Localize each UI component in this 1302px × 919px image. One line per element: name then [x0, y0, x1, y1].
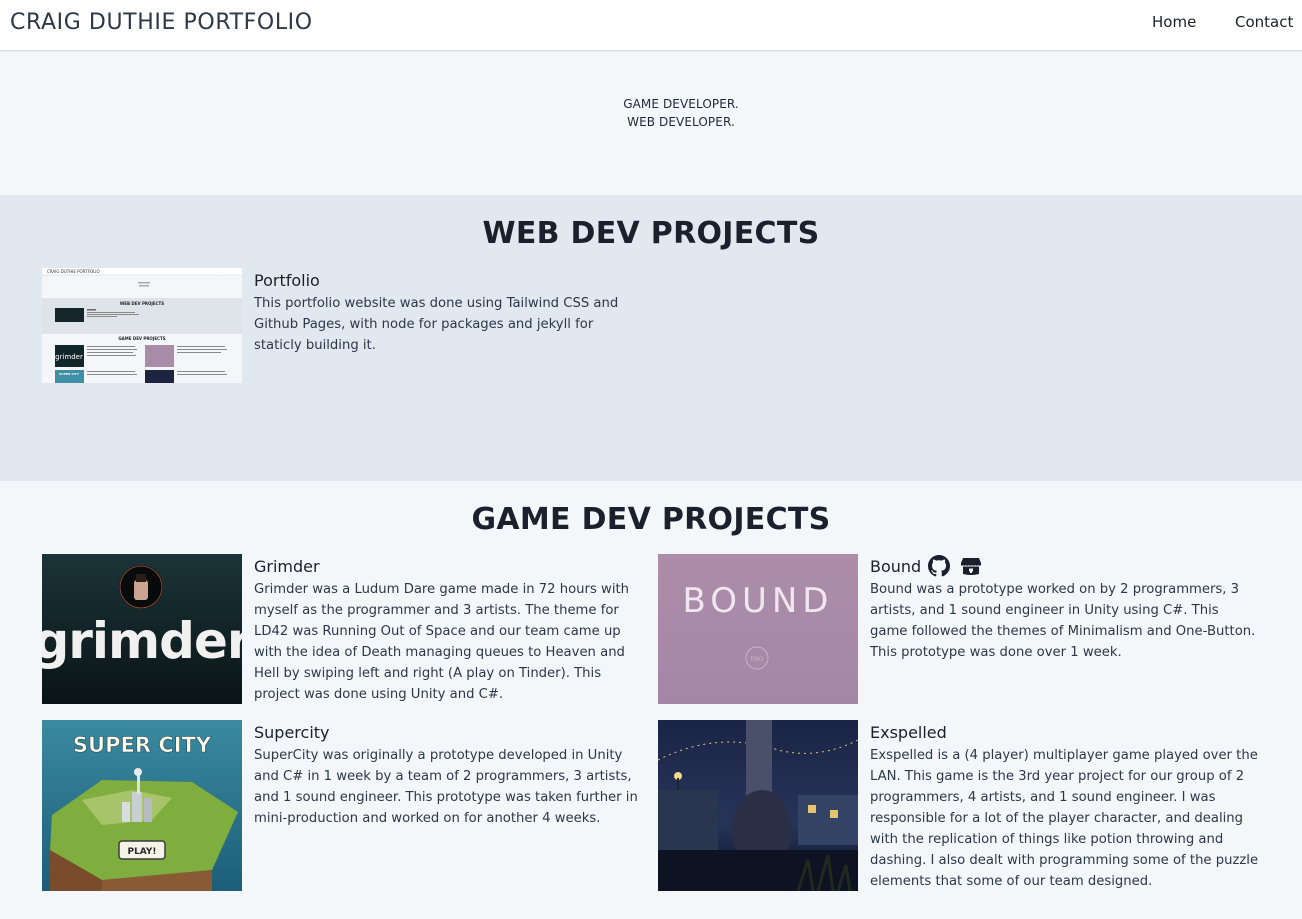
supercity-thumbnail[interactable]: SUPER CITY PLAY!: [42, 720, 242, 891]
bound-studio-logo: ENO: [750, 656, 763, 663]
grimder-thumbnail[interactable]: grimder: [42, 554, 242, 704]
game-projects-heading: GAME DEV PROJECTS: [471, 502, 831, 537]
supercity-description: SuperCity was originally a prototype dev…: [254, 748, 638, 826]
bound-description: Bound was a prototype worked on by 2 pro…: [870, 582, 1256, 660]
grimder-cover-image: grimder: [42, 554, 242, 704]
exspelled-title[interactable]: Exspelled: [870, 723, 947, 742]
thumb-mini-brand: CRAIG DUTHIE PORTFOLIO: [47, 269, 100, 274]
portfolio-thumbnail[interactable]: CRAIG DUTHIE PORTFOLIO · · WEB DEV PROJE…: [42, 268, 242, 383]
github-icon[interactable]: [928, 555, 950, 577]
exspelled-description: Exspelled is a (4 player) multiplayer ga…: [870, 748, 1259, 889]
itchio-icon[interactable]: [960, 555, 982, 577]
hero-tagline-2: WEB DEVELOPER.: [627, 115, 735, 129]
site-brand[interactable]: CRAIG DUTHIE PORTFOLIO: [10, 10, 313, 35]
navbar: CRAIG DUTHIE PORTFOLIO Home Contact: [0, 0, 1302, 51]
bound-title[interactable]: Bound: [870, 557, 921, 576]
thumb-mini-grimder: grimder: [55, 353, 83, 361]
thumb-mini-supercity: SUPER CITY: [59, 372, 80, 376]
portfolio-screenshot-image: CRAIG DUTHIE PORTFOLIO · · WEB DEV PROJE…: [42, 268, 242, 383]
grimder-logo-text: grimder: [42, 612, 242, 670]
supercity-title[interactable]: Supercity: [254, 723, 330, 742]
svg-text:· ·: · ·: [220, 270, 223, 274]
grimder-description: Grimder was a Ludum Dare game made in 72…: [254, 582, 630, 702]
bound-thumbnail[interactable]: BOUND ENO: [658, 554, 858, 704]
hero-tagline-1: GAME DEVELOPER.: [623, 97, 739, 111]
exspelled-thumbnail[interactable]: [658, 720, 858, 891]
portfolio-description: This portfolio website was done using Ta…: [254, 296, 619, 353]
bound-logo-text: BOUND: [683, 581, 834, 621]
nav-home-link[interactable]: Home: [1152, 13, 1196, 31]
supercity-play-button: PLAY!: [127, 847, 156, 857]
grimder-title[interactable]: Grimder: [254, 557, 320, 576]
supercity-logo-text: SUPER CITY: [73, 733, 212, 757]
supercity-cover-image: SUPER CITY PLAY!: [42, 720, 242, 891]
exspelled-cover-image: [658, 720, 858, 891]
thumb-mini-game: GAME DEV PROJECTS: [118, 336, 165, 341]
web-projects-heading: WEB DEV PROJECTS: [482, 216, 820, 251]
bound-cover-image: BOUND ENO: [658, 554, 858, 704]
thumb-mini-web: WEB DEV PROJECTS: [120, 301, 164, 306]
portfolio-title[interactable]: Portfolio: [254, 271, 320, 290]
nav-contact-link[interactable]: Contact: [1235, 13, 1293, 31]
